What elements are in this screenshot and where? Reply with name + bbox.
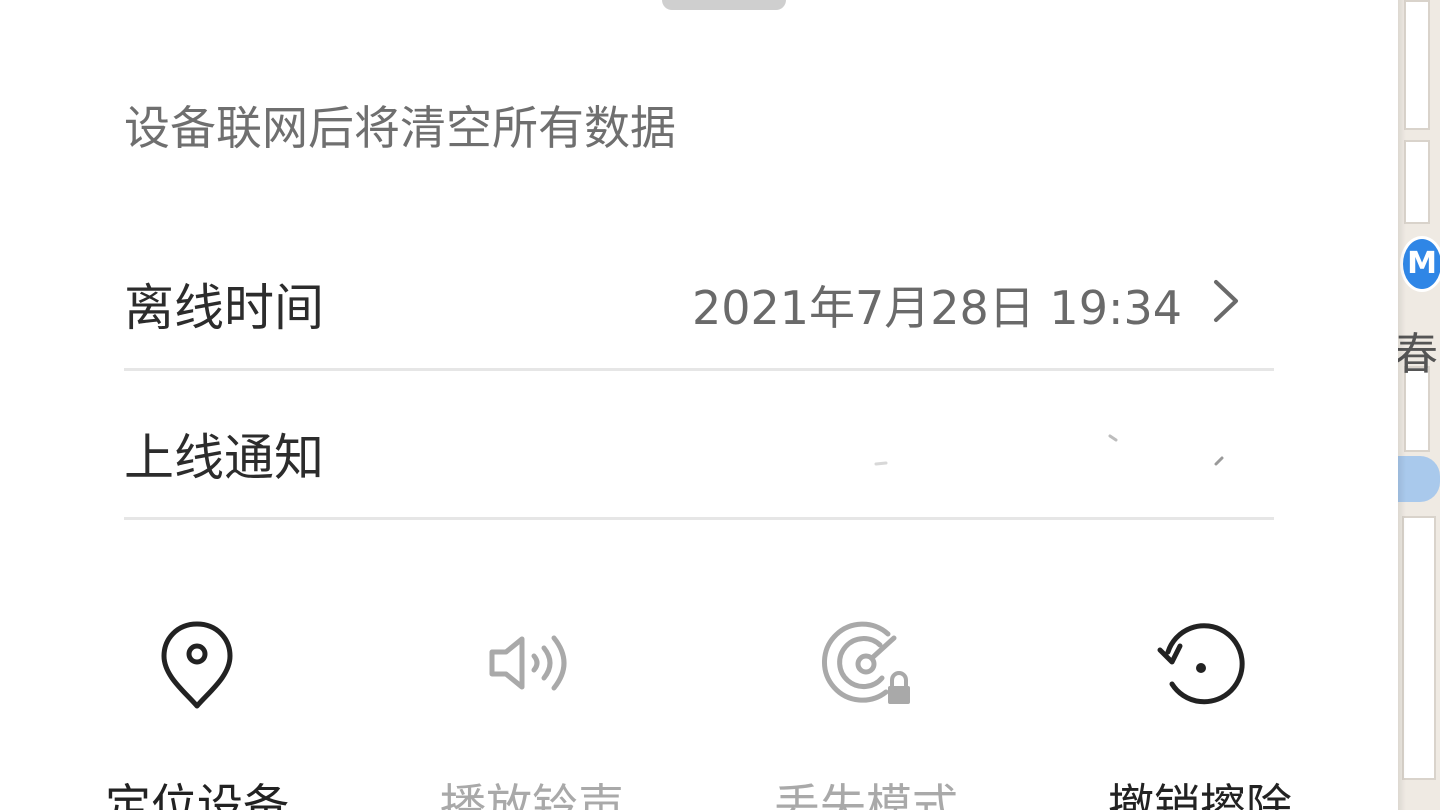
online-notify-label: 上线通知 (124, 429, 324, 487)
locate-device-button[interactable]: 定位设备 (97, 612, 297, 810)
lost-mode-button[interactable]: 丢失模式 (766, 612, 966, 810)
play-sound-label: 播放铃声 (440, 779, 624, 810)
metro-station-icon[interactable]: M (1400, 236, 1440, 292)
cancel-erase-button[interactable]: 撤销擦除 (1100, 612, 1300, 810)
map-view[interactable]: M 春花 (1398, 0, 1440, 810)
undo-erase-icon (1157, 623, 1245, 705)
offline-time-label: 离线时间 (124, 279, 324, 337)
locate-device-label: 定位设备 (105, 779, 289, 810)
radar-lock-icon (822, 621, 910, 704)
find-device-sheet: M 春花 设备联网后将清空所有数据 离线时间 2021年7月28日 19:34 … (0, 0, 1440, 810)
offline-time-row[interactable]: 离线时间 2021年7月28日 19:34 (124, 248, 1272, 348)
erase-notice: 设备联网后将清空所有数据 (124, 101, 676, 155)
divider (124, 368, 1274, 371)
play-sound-button[interactable]: 播放铃声 (432, 612, 632, 810)
lost-mode-label: 丢失模式 (774, 779, 958, 810)
location-pin-icon (161, 621, 233, 709)
sheet-drag-handle[interactable] (662, 0, 786, 10)
speaker-icon (489, 635, 567, 691)
chevron-right-icon (1214, 280, 1238, 322)
offline-time-value: 2021年7月28日 19:34 (691, 281, 1182, 335)
cancel-erase-label: 撤销擦除 (1108, 779, 1292, 810)
divider (124, 517, 1274, 520)
online-notify-toggle[interactable] (870, 430, 1230, 470)
